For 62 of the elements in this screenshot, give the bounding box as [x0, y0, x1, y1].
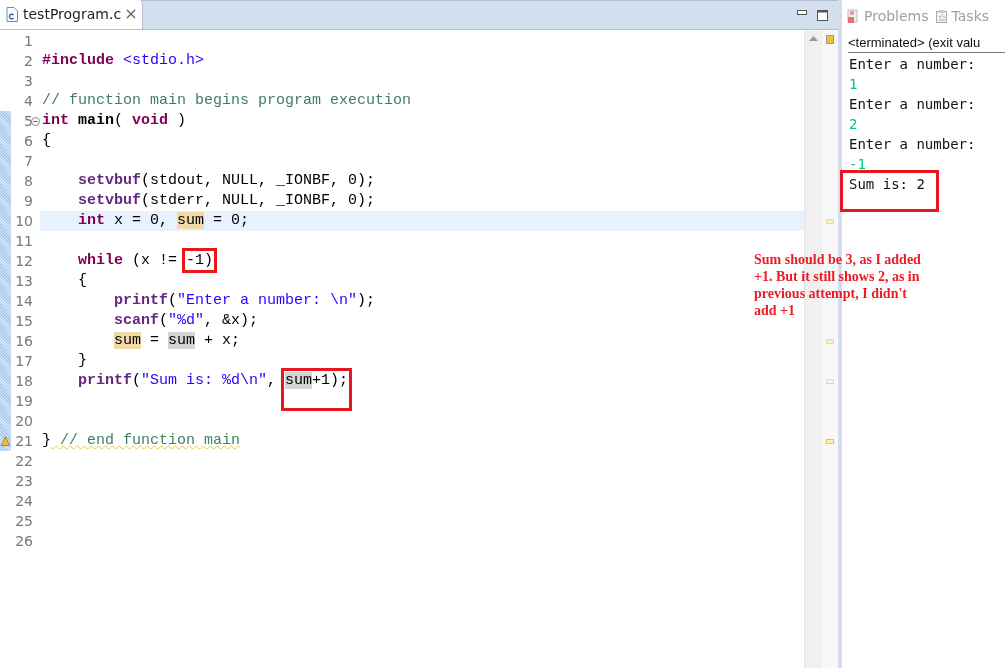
code-line: } — [77, 352, 87, 369]
minimize-icon[interactable] — [797, 9, 807, 16]
typed-number-text: 2 — [849, 116, 858, 132]
code-line: { — [77, 272, 87, 289]
code-line: int x = 0, sum = 0; — [77, 212, 250, 229]
line-number: 24 — [14, 493, 33, 509]
line-number: 15 — [14, 313, 33, 329]
code-line: sum = sum + x; — [113, 332, 241, 349]
line-number: 23 — [14, 473, 33, 489]
code-line: #include <stdio.h> — [42, 52, 205, 69]
maximize-icon[interactable] — [817, 9, 828, 21]
clipboard-icon — [934, 8, 949, 24]
line-number: 5 — [23, 113, 33, 129]
overview-marker — [826, 35, 834, 44]
code-line: setvbuf(stdout, NULL, _IONBF, 0); — [77, 172, 376, 189]
line-number: 20 — [14, 413, 33, 429]
line-number: 7 — [23, 153, 33, 169]
line-number: 1 — [23, 33, 33, 49]
line-number: 19 — [14, 393, 33, 409]
collapse-icon[interactable] — [31, 117, 40, 126]
console-header: <terminated> (exit valu — [848, 32, 1005, 53]
overview-marker — [826, 439, 834, 444]
view-tab[interactable]: Problems — [847, 8, 929, 24]
code-line: setvbuf(stderr, NULL, _IONBF, 0); — [77, 192, 376, 209]
typed-number-text: 1 — [849, 76, 858, 92]
annotation-text: Sum should be 3, as I added +1. But it still shows 2, as in previous attempt, I didn't add +1 — [754, 251, 922, 319]
code-line: { — [42, 132, 51, 149]
line-number: 11 — [14, 233, 33, 249]
code-line: } // end function main — [42, 432, 241, 449]
line-number: 12 — [14, 253, 33, 269]
line-number: 3 — [23, 73, 33, 89]
overview-marker — [826, 379, 834, 384]
overview-marker — [826, 219, 834, 224]
code-line: int main( void ) — [42, 112, 187, 129]
console-output: Enter a number: — [849, 96, 976, 112]
line-number: 17 — [14, 353, 33, 369]
line-number: 25 — [14, 513, 33, 529]
problems-icon — [847, 8, 861, 24]
line-number: 14 — [14, 293, 33, 309]
view-tab[interactable]: Tasks — [934, 8, 990, 24]
console-output: Enter a number: — [849, 56, 976, 72]
line-number: 2 — [23, 53, 33, 69]
line-number: 6 — [23, 133, 33, 149]
line-number: 16 — [14, 333, 33, 349]
editor-tab[interactable]: testProgram.c — [0, 0, 144, 29]
console-output: Enter a number: — [849, 136, 976, 152]
overview-marker — [826, 339, 834, 344]
line-number: 8 — [23, 173, 33, 189]
typed-number-text: -1 — [849, 156, 866, 172]
line-number: 9 — [23, 193, 33, 209]
code-line: // function main begins program execution — [42, 92, 412, 109]
line-number: 13 — [14, 273, 33, 289]
line-number: 21 — [14, 433, 33, 449]
line-number: 18 — [14, 373, 33, 389]
code-line: printf("Enter a number: \n"); — [113, 292, 376, 309]
line-number: 4 — [23, 93, 33, 109]
code-line: scanf("%d", &x); — [113, 312, 259, 329]
line-number: 26 — [14, 533, 33, 549]
line-number: 22 — [14, 453, 33, 469]
close-icon[interactable] — [126, 9, 137, 19]
c-file-icon — [6, 6, 18, 22]
line-number: 10 — [14, 213, 33, 229]
